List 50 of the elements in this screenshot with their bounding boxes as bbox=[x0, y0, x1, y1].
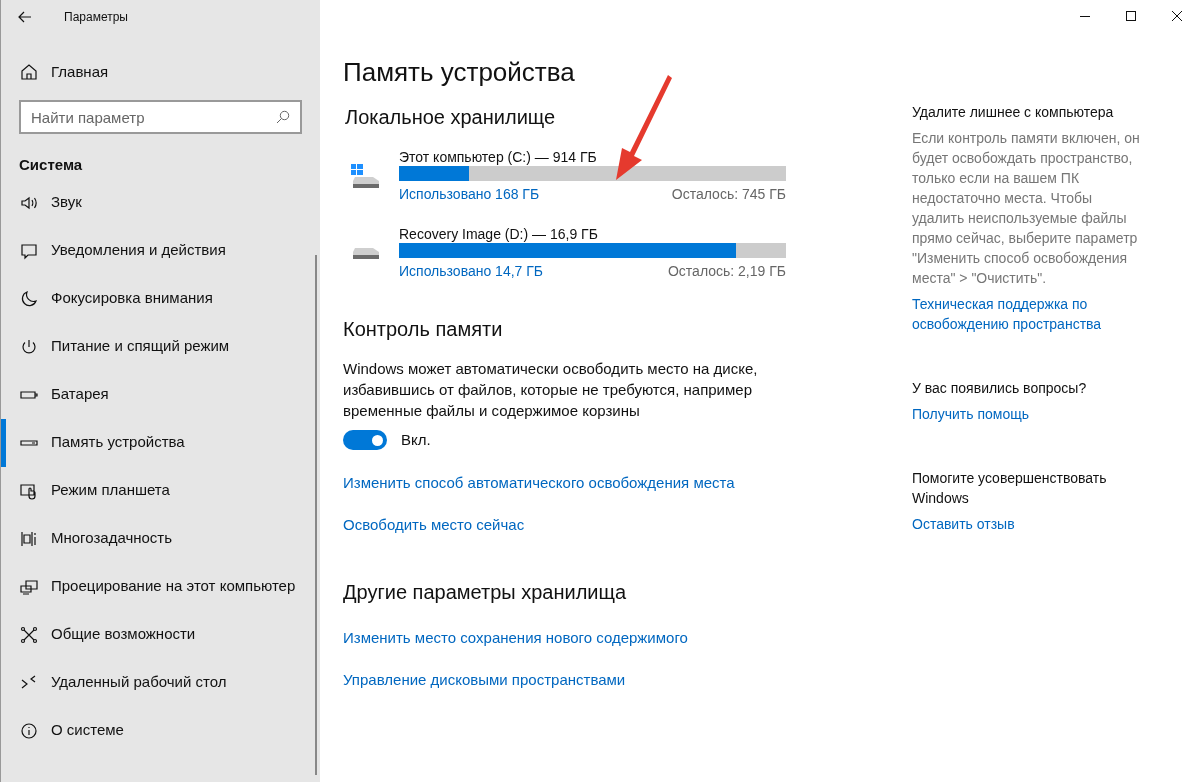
moon-icon bbox=[19, 288, 39, 309]
section-heading: Другие параметры хранилища bbox=[343, 579, 628, 605]
settings-link[interactable]: Освободить место сейчас bbox=[343, 514, 525, 537]
storage-icon bbox=[19, 439, 39, 446]
search-icon bbox=[276, 110, 290, 124]
minimize-icon bbox=[1080, 15, 1090, 17]
nav-item[interactable]: О системе bbox=[1, 706, 320, 755]
nav-item[interactable]: Батарея bbox=[1, 370, 320, 419]
nav-item[interactable]: Звук bbox=[1, 178, 320, 227]
home-icon bbox=[19, 62, 39, 82]
used-space-link[interactable]: Использовано 168 ГБ bbox=[399, 184, 540, 205]
close-icon bbox=[1172, 11, 1182, 21]
nav-item[interactable]: Питание и спящий режим bbox=[1, 322, 320, 371]
search-field[interactable]: Найти параметр bbox=[19, 100, 302, 134]
free-space: Осталось: 745 ГБ bbox=[671, 185, 786, 204]
maximize-icon bbox=[1126, 11, 1136, 21]
nav-item[interactable]: Многозадачность bbox=[1, 514, 320, 563]
settings-link[interactable]: Изменить способ автоматического освобождения места bbox=[343, 471, 735, 494]
aside-text: Если контроль памяти включен, он будет освобождать пространство, только если на вашем ПК недостаточно места. Чтобы удалить неиспользуемые файлы прямо сейчас, выберите параметр "Изменить способ освобождения места" > "Очистить". bbox=[912, 129, 1141, 288]
nav-item[interactable]: Общие возможности bbox=[1, 610, 320, 659]
drive-name: Recovery Image (D:) — 16,9 ГБ bbox=[399, 225, 599, 243]
back-arrow-icon bbox=[18, 11, 32, 23]
page-title: Память устройства bbox=[343, 56, 576, 89]
help-link[interactable]: Техническая поддержка по освобождению пространства bbox=[912, 294, 1144, 334]
toggle-switch[interactable] bbox=[343, 430, 387, 451]
nav-item[interactable]: Уведомления и действия bbox=[1, 226, 320, 275]
window-title: Параметры bbox=[64, 9, 128, 26]
aside-heading: Удалите лишнее с компьютера bbox=[912, 103, 1115, 122]
section-heading: Контроль памяти bbox=[343, 317, 504, 342]
system-drive-icon bbox=[349, 163, 381, 190]
section-heading: Локальное хранилище bbox=[345, 105, 557, 130]
nav-item[interactable]: Проецирование на этот компьютер bbox=[1, 562, 320, 611]
info-icon bbox=[19, 720, 39, 741]
section-heading: Система bbox=[19, 155, 84, 175]
drive-name: Этот компьютер (C:) — 914 ГБ bbox=[399, 148, 598, 166]
help-link[interactable]: Оставить отзыв bbox=[912, 514, 1144, 534]
used-space-link[interactable]: Использовано 14,7 ГБ bbox=[399, 261, 543, 282]
nav-item[interactable]: Удаленный рабочий стол bbox=[1, 658, 320, 707]
nav-item[interactable]: Фокусировка внимания bbox=[1, 274, 320, 323]
aside-heading: У вас появились вопросы? bbox=[912, 379, 1088, 398]
description: Windows может автоматически освободить место на диске, избавившись от файлов, которые не требуются, например временные файлы и содержимое корзины bbox=[343, 359, 759, 421]
nav-item[interactable]: Режим планшета bbox=[1, 466, 320, 515]
free-space: Осталось: 2,19 ГБ bbox=[667, 262, 786, 281]
home-nav-item[interactable]: Главная bbox=[1, 52, 320, 92]
help-link[interactable]: Получить помощь bbox=[912, 404, 1144, 424]
accessibility-icon bbox=[19, 624, 39, 645]
settings-link[interactable]: Управление дисковыми пространствами bbox=[343, 669, 626, 692]
aside-heading: Помогите усовершенствовать Windows bbox=[912, 469, 1108, 508]
settings-link[interactable]: Изменить место сохранения нового содержимого bbox=[343, 626, 688, 649]
toggle-label: Вкл. bbox=[401, 430, 431, 450]
